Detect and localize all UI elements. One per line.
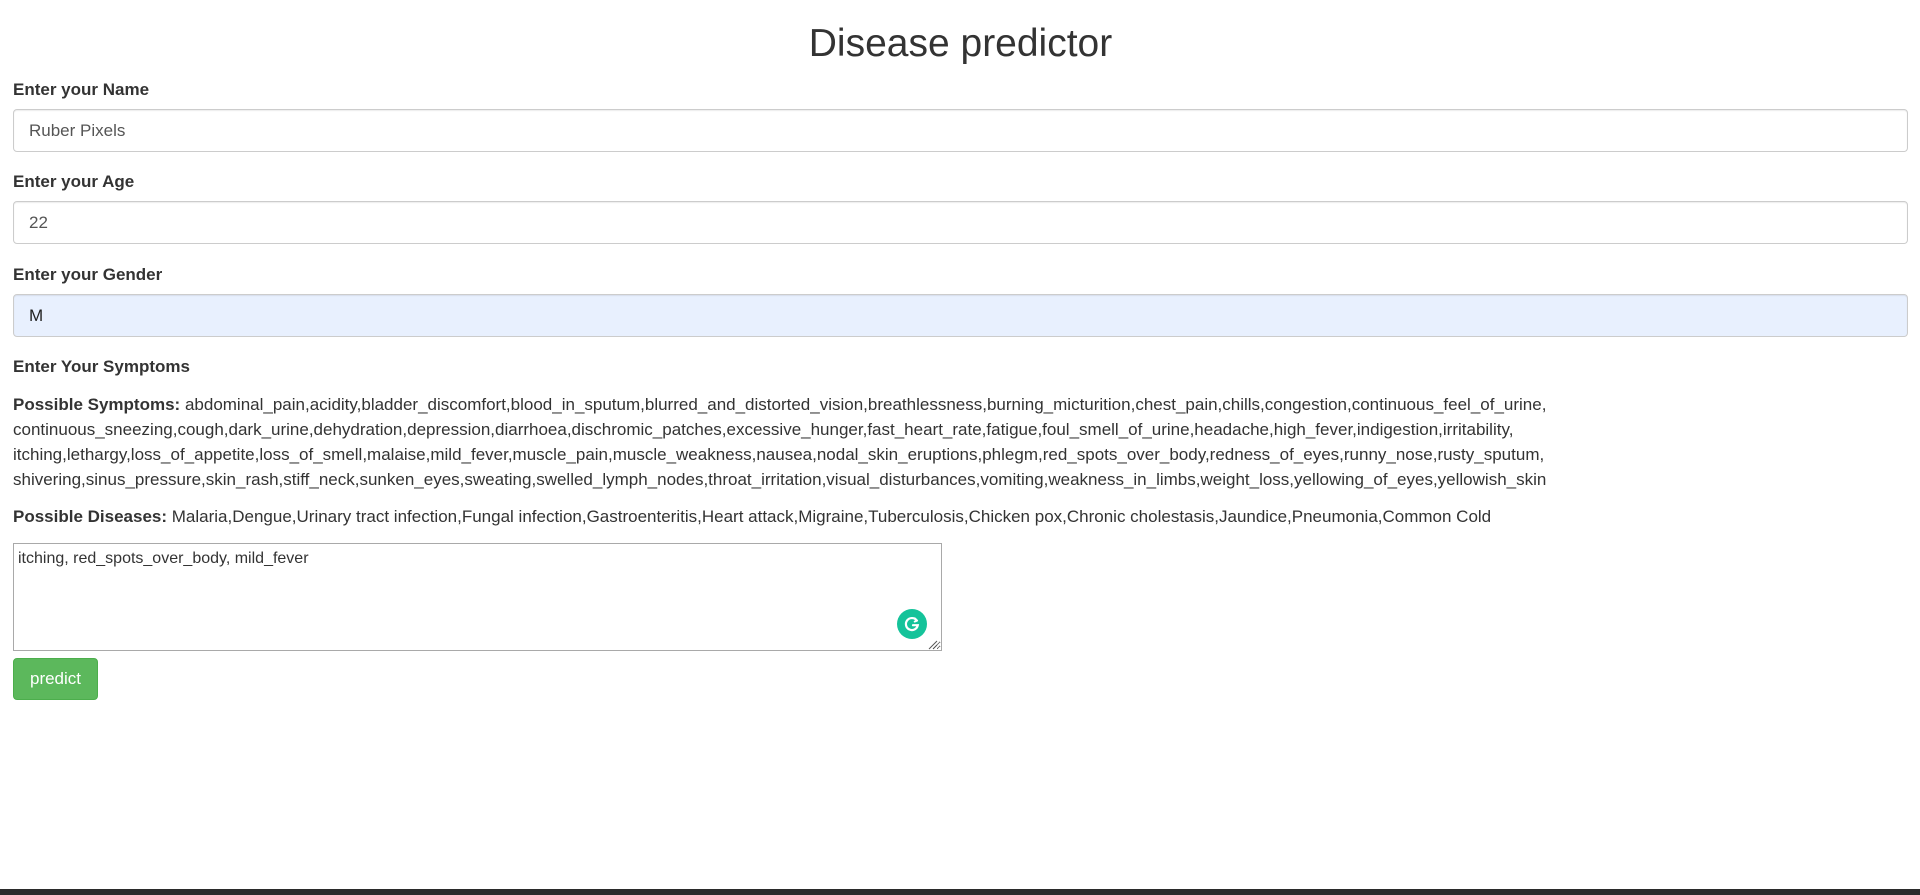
name-group: Enter your Name — [13, 80, 1908, 152]
possible-symptoms-line: shivering,sinus_pressure,skin_rash,stiff… — [13, 470, 1547, 489]
gender-group: Enter your Gender — [13, 265, 1908, 337]
possible-symptoms-label: Possible Symptoms: — [13, 395, 181, 414]
resize-grip-icon[interactable] — [928, 637, 938, 650]
page: Disease predictor Enter your Name Enter … — [0, 0, 1920, 895]
symptoms-textarea[interactable]: itching, red_spots_over_body, mild_fever — [13, 543, 942, 651]
grammarly-glyph — [904, 617, 920, 632]
grammarly-icon[interactable] — [897, 609, 927, 639]
possible-symptoms-line: Possible Symptoms: abdominal_pain,acidit… — [13, 392, 1908, 417]
possible-symptoms-line: itching,lethargy,loss_of_appetite,loss_o… — [13, 445, 1545, 464]
page-title: Disease predictor — [808, 22, 1113, 65]
taskbar-edge — [0, 889, 1920, 895]
age-input[interactable] — [13, 201, 1908, 244]
name-label: Enter your Name — [13, 80, 150, 99]
possible-symptoms-line: continuous_sneezing,cough,dark_urine,deh… — [13, 420, 1514, 439]
possible-diseases-text: Malaria,Dengue,Urinary tract infection,F… — [171, 507, 1492, 526]
gender-label: Enter your Gender — [13, 265, 163, 284]
possible-symptoms-text: abdominal_pain,acidity,bladder_discomfor… — [184, 395, 1547, 414]
name-input[interactable] — [13, 109, 1908, 152]
possible-symptoms: Possible Symptoms: abdominal_pain,acidit… — [13, 392, 1908, 492]
possible-diseases-line: Possible Diseases: Malaria,Dengue,Urinar… — [13, 504, 1908, 529]
symptoms-group: Enter Your Symptoms — [13, 357, 190, 377]
form-container: Disease predictor Enter your Name Enter … — [13, 0, 1908, 700]
possible-diseases: Possible Diseases: Malaria,Dengue,Urinar… — [13, 504, 1908, 529]
possible-diseases-label: Possible Diseases: — [13, 507, 168, 526]
symptoms-label: Enter Your Symptoms — [13, 357, 190, 376]
gender-input[interactable] — [13, 294, 1908, 337]
resize-grip-glyph — [928, 640, 938, 650]
predict-button[interactable]: predict — [13, 658, 98, 700]
age-label: Enter your Age — [13, 172, 135, 191]
age-group: Enter your Age — [13, 172, 1908, 244]
